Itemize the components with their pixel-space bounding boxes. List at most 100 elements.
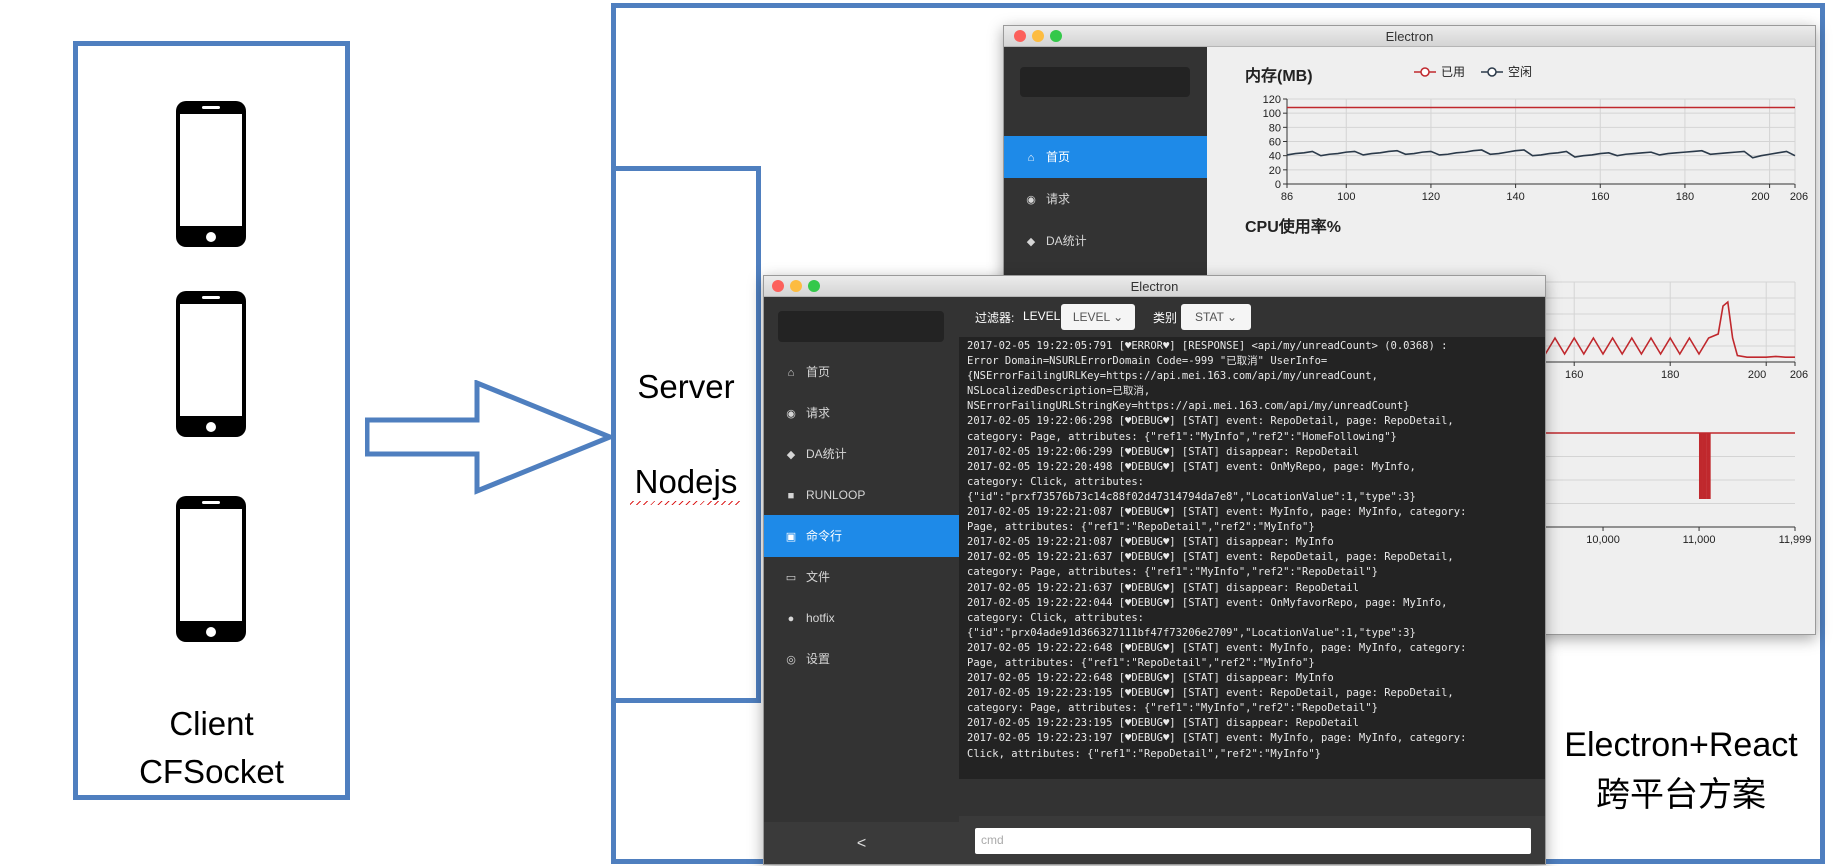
y-tick-label: 60	[1269, 137, 1281, 149]
x-tick-label: 200	[1751, 191, 1769, 203]
chart-title: 内存(MB)	[1245, 66, 1313, 85]
sidebar-item[interactable]: ▣ 命令行	[764, 515, 959, 557]
home-icon: ⌂	[787, 367, 795, 379]
x-tick-label: 11,999	[1779, 534, 1812, 546]
log-line: 2017-02-05 19:22:23:197 [♥DEBUG♥] [STAT]…	[967, 732, 1467, 745]
x-tick-label: 160	[1565, 369, 1583, 381]
sidebar-collapse-button[interactable]: <	[764, 822, 959, 864]
x-tick-label: 120	[1422, 191, 1440, 203]
sidebar-item-label: 首页	[806, 365, 831, 379]
series-line	[1286, 149, 1796, 159]
back-window-titlebar: Electron	[1004, 26, 1815, 47]
log-line: NSLocalizedDescription=已取消,	[967, 385, 1151, 398]
chevron-down-icon: ⌄	[1226, 310, 1238, 324]
sidebar-item-label: 命令行	[806, 529, 843, 543]
sidebar-item-label: DA统计	[806, 447, 847, 461]
sidebar-item[interactable]: ◆ DA统计	[764, 433, 959, 475]
sidebar-item-label: 设置	[806, 652, 831, 666]
terminal-icon: ▣	[785, 531, 797, 543]
x-tick-label: 140	[1506, 191, 1524, 203]
y-tick-label: 20	[1269, 165, 1281, 177]
log-line: 2017-02-05 19:22:06:298 [♥DEBUG♥] [STAT]…	[967, 415, 1454, 428]
folder-icon: ▭	[785, 572, 797, 584]
spellcheck-underline	[630, 501, 740, 505]
x-tick-label: 180	[1661, 369, 1679, 381]
smartphone-icon	[176, 291, 246, 437]
y-tick-label: 0	[1275, 179, 1281, 191]
legend-marker	[1487, 67, 1497, 77]
level-select-value: LEVEL	[1072, 310, 1110, 324]
category-select[interactable]: STAT ⌄	[1181, 304, 1251, 330]
command-bar: cmd	[959, 816, 1545, 864]
server-line1: Server	[637, 368, 735, 405]
log-line: {NSErrorFailingURLKey=https://api.mei.16…	[967, 370, 1378, 383]
back-sidebar-search[interactable]	[1020, 67, 1190, 97]
log-line: Page, attributes: {"ref1":"RepoDetail","…	[967, 656, 1315, 669]
sidebar-item[interactable]: ◆ DA统计	[1004, 220, 1207, 262]
back-window-title: Electron	[1385, 29, 1434, 44]
level-select[interactable]: LEVEL ⌄	[1061, 304, 1135, 330]
log-line: 2017-02-05 19:22:22:648 [♥DEBUG♥] [STAT]…	[967, 672, 1334, 685]
event-bar	[1706, 433, 1711, 499]
sidebar-item-label: 请求	[806, 406, 831, 420]
sidebar-item[interactable]: ● hotfix	[764, 597, 959, 639]
sidebar-item[interactable]: ⌂ 首页	[1004, 136, 1207, 178]
bug-icon: ●	[787, 613, 795, 625]
tag-icon: ◆	[786, 449, 796, 461]
home-icon: ⌂	[1027, 152, 1035, 164]
category-select-value: STAT	[1194, 310, 1224, 324]
x-tick-label: 10,000	[1586, 534, 1620, 546]
server-box	[611, 166, 761, 703]
legend-marker	[1420, 67, 1430, 77]
log-output[interactable]: 2017-02-05 19:22:05:791 [♥ERROR♥] [RESPO…	[959, 337, 1545, 779]
y-tick-label: 120	[1263, 94, 1281, 106]
log-line: category: Page, attributes: {"ref1":"MyI…	[967, 566, 1378, 579]
x-tick-label: 200	[1748, 369, 1766, 381]
log-line: category: Page, attributes: {"ref1":"MyI…	[967, 702, 1378, 715]
sidebar-item[interactable]: ◉ 请求	[1004, 178, 1207, 220]
sidebar-item[interactable]: ⌂ 首页	[764, 351, 959, 393]
x-tick-label: 86	[1281, 191, 1293, 203]
event-bar	[1698, 433, 1703, 499]
log-line: 2017-02-05 19:22:22:648 [♥DEBUG♥] [STAT]…	[967, 641, 1467, 654]
log-line: 2017-02-05 19:22:21:087 [♥DEBUG♥] [STAT]…	[967, 536, 1334, 549]
log-line: NSErrorFailingURLStringKey=https://api.m…	[967, 400, 1410, 413]
log-line: Page, attributes: {"ref1":"RepoDetail","…	[967, 521, 1315, 534]
sidebar-item[interactable]: ◎ 设置	[764, 638, 959, 680]
log-line: category: Click, attributes:	[967, 475, 1145, 488]
camera-icon: ■	[787, 490, 795, 502]
y-tick-label: 40	[1269, 151, 1281, 163]
x-tick-label: 11,000	[1683, 534, 1716, 546]
client-line2: CFSocket	[139, 753, 284, 790]
log-line: 2017-02-05 19:22:05:791 [♥ERROR♥] [RESPO…	[967, 340, 1448, 352]
legend-label: 空闲	[1508, 65, 1532, 79]
category-label: 类别	[1153, 311, 1178, 325]
log-line: 2017-02-05 19:22:23:195 [♥DEBUG♥] [STAT]…	[967, 687, 1454, 700]
log-line: 2017-02-05 19:22:21:637 [♥DEBUG♥] [STAT]…	[967, 551, 1454, 564]
x-tick-label: 206	[1790, 191, 1808, 203]
solution-line2: 跨平台方案	[1596, 776, 1766, 814]
legend-label: 已用	[1441, 65, 1465, 79]
right-arrow-icon	[365, 380, 615, 495]
log-line: Click, attributes: {"ref1":"RepoDetail",…	[967, 747, 1322, 760]
sidebar-item[interactable]: ■ RUNLOOP	[764, 474, 959, 516]
sidebar-item-label: RUNLOOP	[806, 488, 866, 502]
sidebar-item[interactable]: ◉ 请求	[764, 392, 959, 434]
solution-label: Electron+React 跨平台方案	[1550, 720, 1812, 820]
event-bar	[1702, 433, 1707, 499]
command-input[interactable]: cmd	[975, 828, 1531, 854]
chrome-icon: ◉	[786, 408, 796, 420]
x-tick-label: 206	[1790, 369, 1808, 381]
log-line: 2017-02-05 19:22:23:195 [♥DEBUG♥] [STAT]…	[967, 717, 1359, 730]
smartphone-icon	[176, 496, 246, 642]
filter-bar: 过滤器: LEVEL LEVEL ⌄ 类别 STAT ⌄	[959, 297, 1545, 337]
front-window-titlebar: Electron	[764, 276, 1545, 297]
log-line: 2017-02-05 19:22:21:637 [♥DEBUG♥] [STAT]…	[967, 581, 1359, 594]
log-line: Error Domain=NSURLErrorDomain Code=-999 …	[967, 355, 1328, 368]
filter-label: 过滤器:	[975, 311, 1015, 325]
sidebar-item-label: 文件	[806, 570, 831, 584]
log-line: {"id":"prx04ade91d366327111bf47f73206e27…	[967, 626, 1416, 639]
log-line: 2017-02-05 19:22:20:498 [♥DEBUG♥] [STAT]…	[967, 460, 1416, 473]
sidebar-item[interactable]: ▭ 文件	[764, 556, 959, 598]
front-sidebar-search[interactable]	[778, 311, 944, 342]
